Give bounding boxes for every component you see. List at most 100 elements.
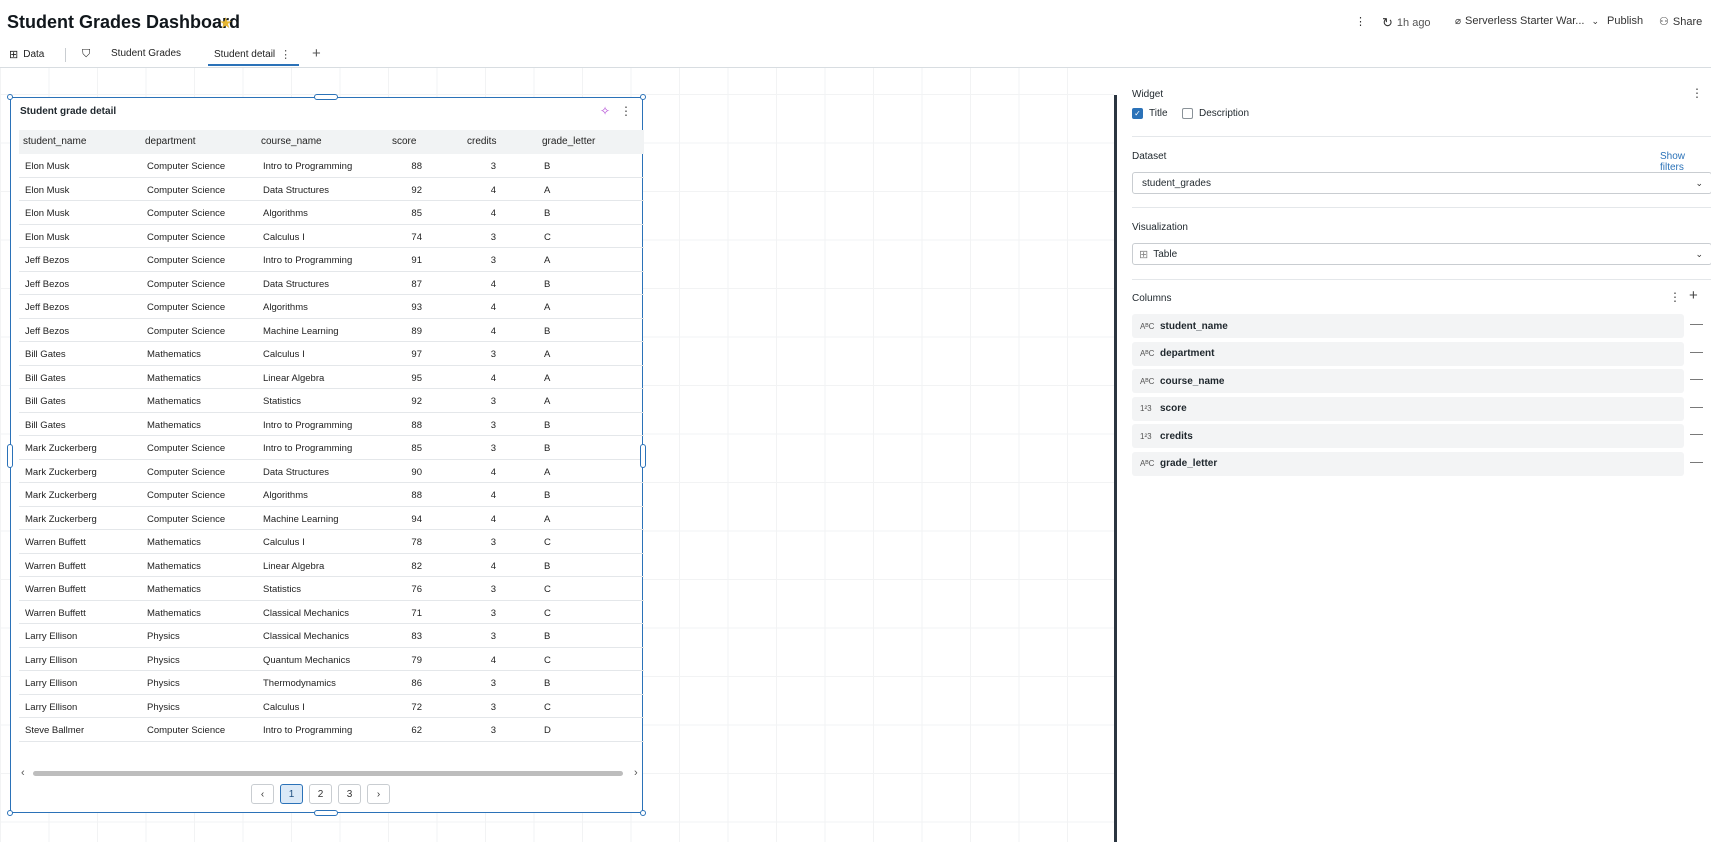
- column-config-item[interactable]: 1²3 score: [1132, 396, 1684, 421]
- table-cell-course_name: Machine Learning: [263, 325, 339, 337]
- table-row[interactable]: Larry Ellison Physics Quantum Mechanics 79 4…: [19, 648, 644, 671]
- resize-handle[interactable]: [7, 94, 13, 100]
- tab-student-detail[interactable]: Student detail ⋮: [208, 48, 300, 66]
- column-header[interactable]: score: [392, 136, 416, 147]
- table-row[interactable]: Warren Buffett Mathematics Linear Algebra 8…: [19, 554, 644, 577]
- favorite-star-icon[interactable]: ★: [219, 14, 232, 32]
- share-button[interactable]: ⚇ Share: [1659, 15, 1702, 29]
- table-row[interactable]: Warren Buffett Mathematics Calculus I 78 3 C: [19, 530, 644, 554]
- scroll-left-icon[interactable]: ‹: [21, 767, 25, 779]
- remove-column-icon[interactable]: —: [1690, 454, 1703, 469]
- title-checkbox[interactable]: ✓: [1132, 108, 1143, 119]
- table-widget[interactable]: Student grade detail ✧ ⋮ student_name de…: [10, 97, 644, 813]
- publish-button[interactable]: Publish: [1607, 15, 1643, 27]
- filter-button[interactable]: ⛉: [82, 48, 90, 61]
- resize-handle[interactable]: [640, 444, 646, 468]
- table-row[interactable]: Larry Ellison Physics Calculus I 72 3 C: [19, 695, 644, 718]
- string-type-icon: AᴮC: [1140, 349, 1155, 358]
- table-row[interactable]: Warren Buffett Mathematics Classical Mecha…: [19, 601, 644, 624]
- remove-column-icon[interactable]: —: [1690, 371, 1703, 386]
- scrollbar-thumb[interactable]: [33, 771, 623, 776]
- tab-menu-icon[interactable]: ⋮: [280, 48, 291, 61]
- tab-data[interactable]: ⊞ Data: [9, 48, 44, 61]
- resize-handle[interactable]: [640, 94, 646, 100]
- table-cell-grade_letter: C: [544, 537, 551, 548]
- table-cell-student_name: Warren Buffett: [25, 607, 86, 619]
- table-row[interactable]: Jeff Bezos Computer Science Intro to Progr…: [19, 248, 644, 272]
- table-row[interactable]: Elon Musk Computer Science Intro to Progra…: [19, 154, 644, 178]
- ai-sparkle-icon[interactable]: ✧: [600, 104, 610, 118]
- table-row[interactable]: Larry Ellison Physics Thermodynamics 86 3 B: [19, 671, 644, 695]
- title-toggle[interactable]: ✓ Title: [1132, 108, 1168, 119]
- table-cell-department: Mathematics: [147, 396, 201, 407]
- table-cell-credits: 3: [490, 255, 496, 266]
- column-header[interactable]: course_name: [261, 136, 322, 147]
- table-row[interactable]: Mark Zuckerberg Computer Science Intro to …: [19, 436, 644, 460]
- show-filters-link[interactable]: Show filters: [1660, 151, 1711, 173]
- column-config-item[interactable]: AᴮC department: [1132, 341, 1684, 366]
- table-row[interactable]: Bill Gates Mathematics Statistics 92 3 A: [19, 389, 644, 413]
- table-row[interactable]: Jeff Bezos Computer Science Algorithms 93 4 A: [19, 295, 644, 319]
- column-config-item[interactable]: AᴮC course_name: [1132, 369, 1684, 393]
- column-header[interactable]: student_name: [23, 136, 86, 147]
- table-row[interactable]: Mark Zuckerberg Computer Science Data Stru…: [19, 460, 644, 483]
- table-row[interactable]: Bill Gates Mathematics Intro to Programmin…: [19, 413, 644, 436]
- add-page-icon[interactable]: +: [312, 45, 321, 62]
- remove-column-icon[interactable]: —: [1690, 316, 1703, 331]
- table-cell-course_name: Intro to Programming: [263, 419, 353, 431]
- column-name: credits: [1160, 430, 1193, 442]
- page-button-1[interactable]: 1: [280, 784, 303, 804]
- next-page-button[interactable]: ›: [367, 784, 390, 804]
- column-header[interactable]: department: [145, 136, 196, 147]
- tab-student-grades[interactable]: Student Grades: [111, 48, 181, 59]
- columns-menu-icon[interactable]: ⋮: [1669, 290, 1681, 304]
- table-row[interactable]: Elon Musk Computer Science Algorithms 85 4 B: [19, 201, 644, 225]
- table-cell-department: Computer Science: [147, 443, 226, 454]
- column-config-item[interactable]: AᴮC student_name: [1132, 314, 1684, 338]
- page-button-2[interactable]: 2: [309, 784, 332, 804]
- table-row[interactable]: Elon Musk Computer Science Calculus I 74 3 C: [19, 225, 644, 248]
- table-row[interactable]: Jeff Bezos Computer Science Machine Learni…: [19, 319, 644, 342]
- table-cell-course_name: Thermodynamics: [263, 678, 336, 689]
- dataset-select[interactable]: student_grades ⌄: [1132, 172, 1711, 194]
- table-row[interactable]: Jeff Bezos Computer Science Data Structure…: [19, 272, 644, 295]
- table-row[interactable]: Elon Musk Computer Science Data Structures…: [19, 178, 644, 201]
- resize-handle[interactable]: [7, 810, 13, 816]
- description-toggle[interactable]: Description: [1182, 108, 1249, 119]
- remove-column-icon[interactable]: —: [1690, 426, 1703, 441]
- column-header[interactable]: credits: [467, 136, 496, 147]
- more-options-icon[interactable]: ⋮: [1355, 15, 1366, 28]
- page-button-3[interactable]: 3: [338, 784, 361, 804]
- table-row[interactable]: Bill Gates Mathematics Calculus I 97 3 A: [19, 342, 644, 366]
- table-row[interactable]: Mark Zuckerberg Computer Science Machine L…: [19, 507, 644, 530]
- horizontal-scrollbar[interactable]: ‹ ›: [19, 767, 644, 779]
- table-cell-score: 90: [411, 466, 422, 478]
- add-column-icon[interactable]: +: [1689, 287, 1698, 304]
- remove-column-icon[interactable]: —: [1690, 344, 1703, 359]
- column-header[interactable]: grade_letter: [542, 136, 595, 147]
- table-row[interactable]: Larry Ellison Physics Classical Mechanics 8…: [19, 624, 644, 648]
- description-checkbox[interactable]: [1182, 108, 1193, 119]
- column-config-item[interactable]: 1²3 credits: [1132, 424, 1684, 448]
- column-config-item[interactable]: AᴮC grade_letter: [1132, 451, 1684, 476]
- resize-handle[interactable]: [640, 810, 646, 816]
- panel-menu-icon[interactable]: ⋮: [1691, 86, 1703, 100]
- table-cell-student_name: Jeff Bezos: [25, 278, 70, 290]
- table-cell-score: 76: [411, 584, 422, 595]
- table-row[interactable]: Steve Ballmer Computer Science Intro to Pr…: [19, 718, 644, 742]
- remove-column-icon[interactable]: —: [1690, 399, 1703, 414]
- widget-menu-icon[interactable]: ⋮: [620, 104, 632, 118]
- prev-page-button[interactable]: ‹: [251, 784, 274, 804]
- table-row[interactable]: Bill Gates Mathematics Linear Algebra 95 4 A: [19, 366, 644, 389]
- resize-handle[interactable]: [7, 444, 13, 468]
- scroll-right-icon[interactable]: ›: [634, 767, 638, 779]
- table-cell-grade_letter: C: [544, 701, 551, 713]
- resize-handle[interactable]: [314, 94, 338, 100]
- refresh-button[interactable]: ↻ 1h ago: [1382, 15, 1431, 31]
- table-row[interactable]: Mark Zuckerberg Computer Science Algorithm…: [19, 483, 644, 507]
- table-cell-credits: 4: [490, 325, 496, 337]
- table-row[interactable]: Warren Buffett Mathematics Statistics 76 3 C: [19, 577, 644, 601]
- warehouse-selector[interactable]: ⌀ Serverless Starter War... ⌄: [1455, 15, 1599, 27]
- resize-handle[interactable]: [314, 810, 338, 816]
- visualization-select[interactable]: ⊞ Table ⌄: [1132, 243, 1711, 265]
